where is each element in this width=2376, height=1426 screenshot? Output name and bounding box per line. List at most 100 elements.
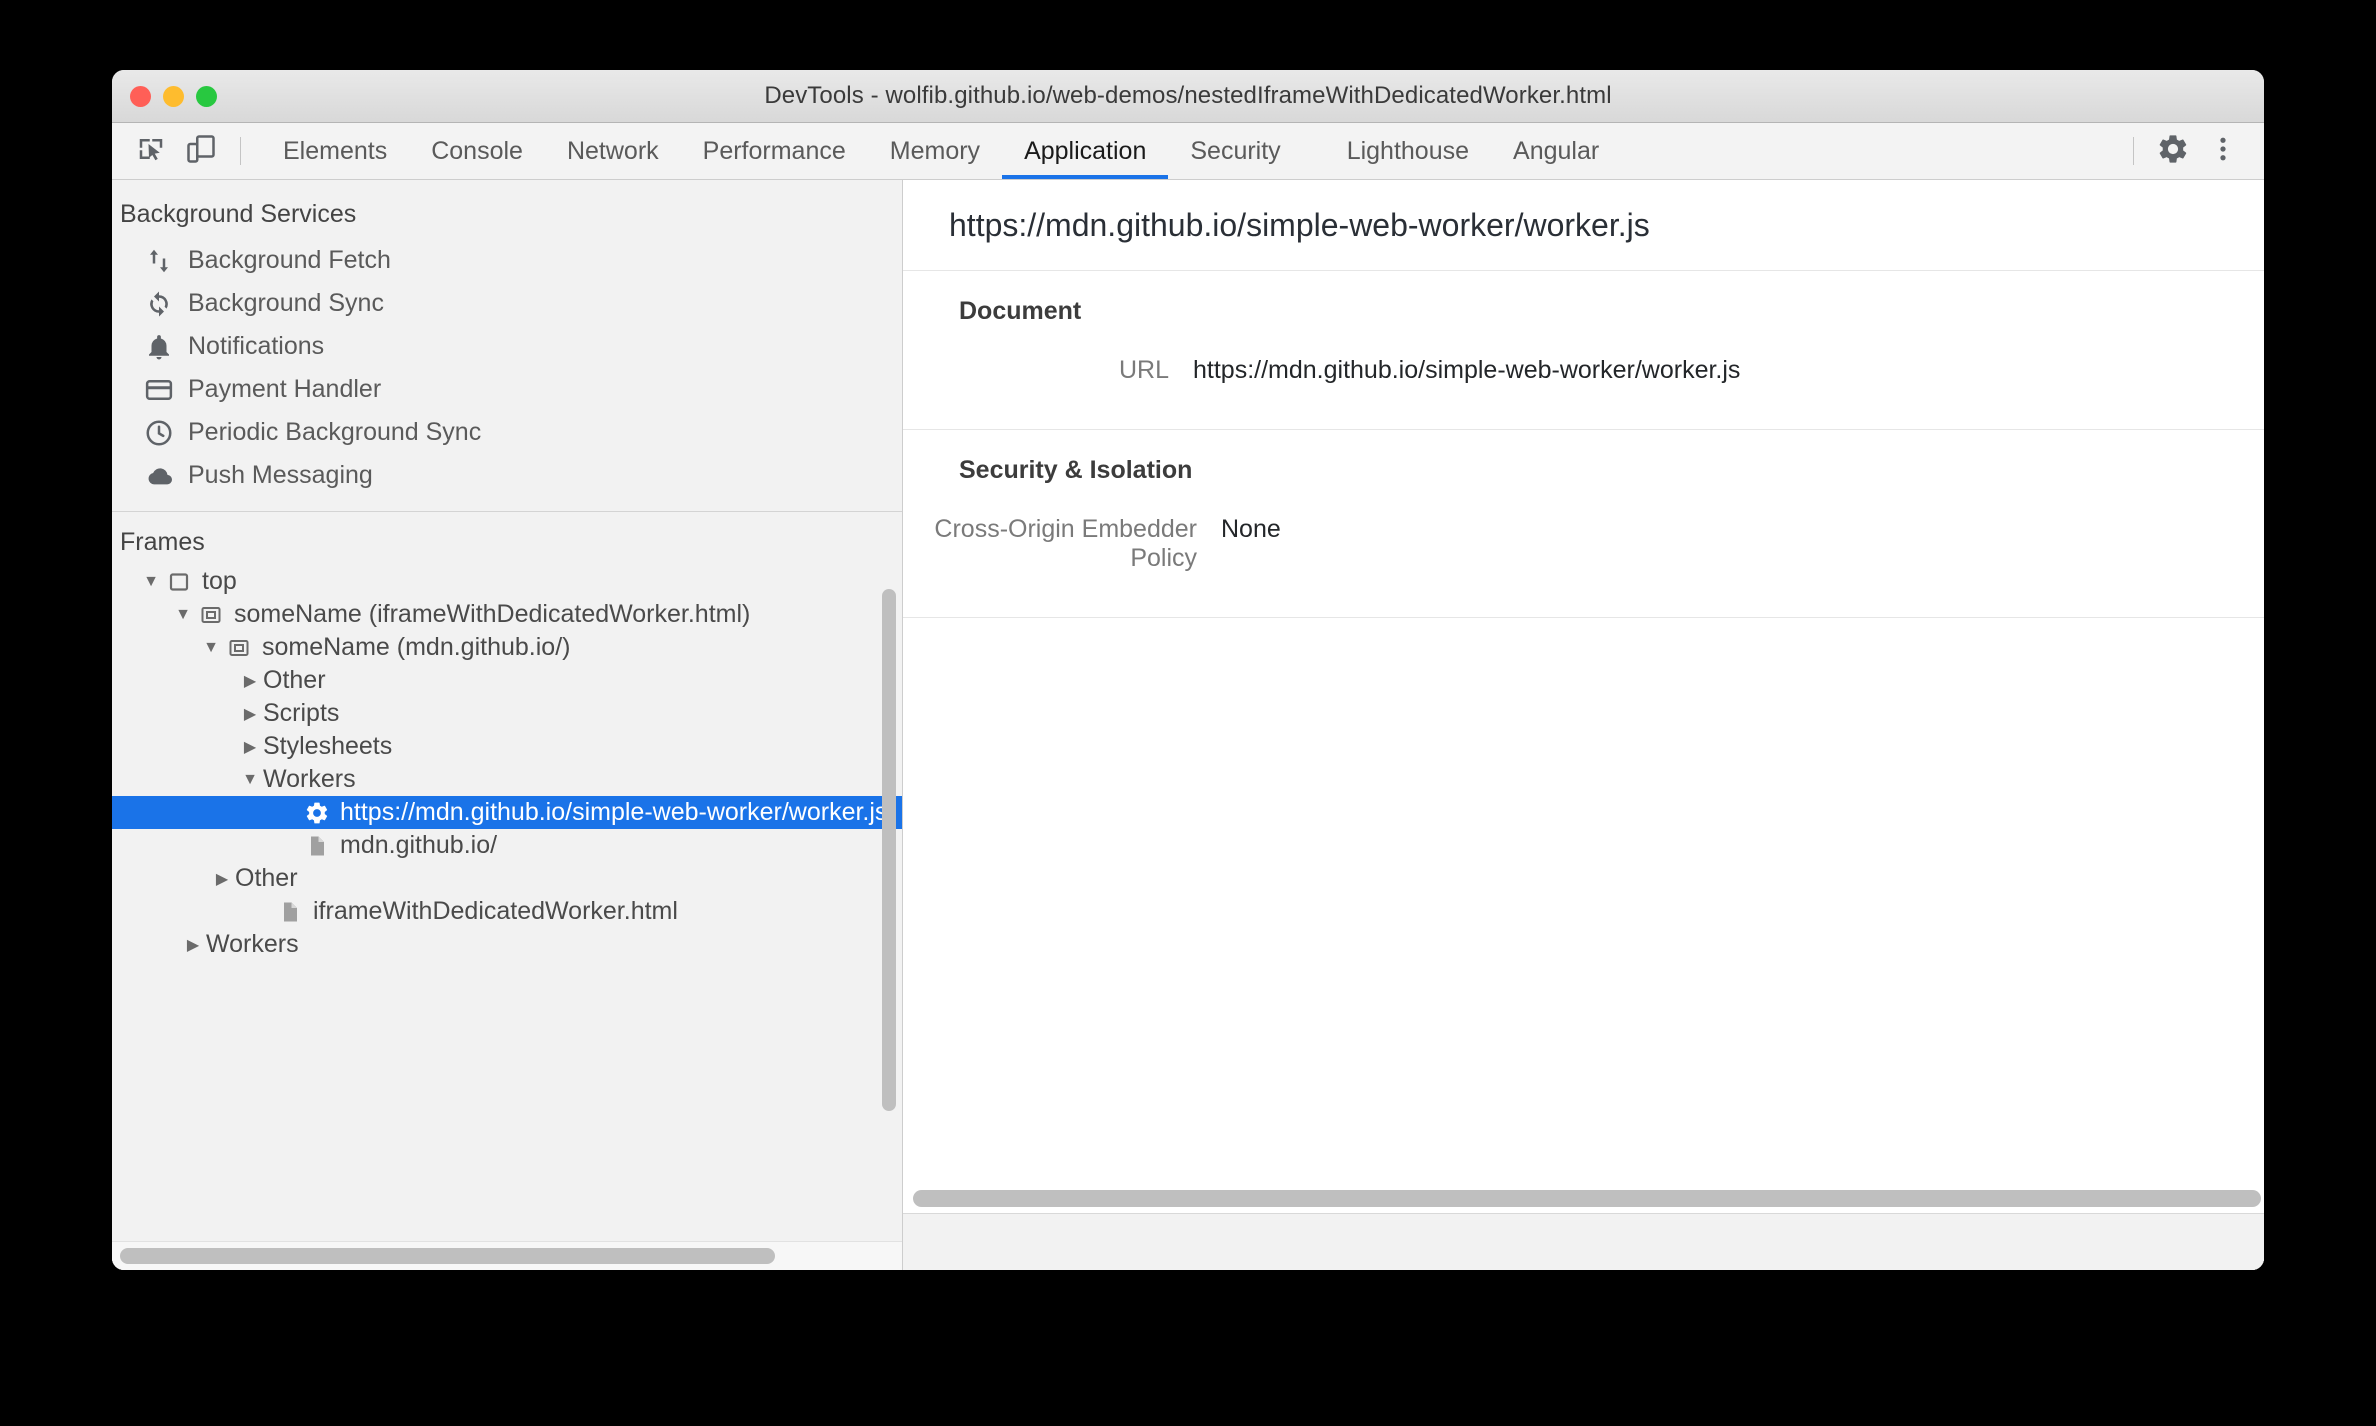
- frames-section: Frames ▼ top ▼ someName (iframeWithDedic…: [112, 512, 902, 1270]
- tree-node-workers-inner[interactable]: ▼ Workers: [112, 763, 902, 796]
- chevron-right-icon[interactable]: ▶: [180, 935, 206, 955]
- tab-network[interactable]: Network: [545, 123, 681, 179]
- tree-node-label: top: [202, 567, 237, 595]
- iframe-icon: [224, 636, 254, 660]
- tree-node-mdn-document[interactable]: mdn.github.io/: [112, 829, 902, 862]
- main-panel-footer: [903, 1213, 2264, 1270]
- device-toolbar-button[interactable]: [176, 123, 226, 179]
- frames-tree-vertical-scroll-thumb[interactable]: [882, 589, 896, 1111]
- toolbar-divider: [240, 137, 241, 165]
- frames-tree[interactable]: ▼ top ▼ someName (iframeWithDedicatedWor…: [112, 565, 902, 1241]
- chevron-right-icon[interactable]: ▶: [237, 704, 263, 724]
- tree-node-iframe-outer[interactable]: ▼ someName (iframeWithDedicatedWorker.ht…: [112, 598, 902, 631]
- coep-key: Cross-Origin Embedder Policy: [934, 515, 1197, 572]
- tree-node-iframe-inner[interactable]: ▼ someName (mdn.github.io/): [112, 631, 902, 664]
- document-icon: [275, 900, 305, 924]
- gear-icon: [302, 800, 332, 826]
- security-isolation-section-title: Security & Isolation: [959, 456, 1193, 484]
- chevron-right-icon[interactable]: ▶: [237, 737, 263, 757]
- chevron-right-icon[interactable]: ▶: [209, 869, 235, 889]
- chevron-down-icon[interactable]: ▼: [237, 771, 263, 789]
- sidebar-item-push-messaging[interactable]: Push Messaging: [112, 454, 902, 497]
- tab-label: Lighthouse: [1346, 136, 1470, 165]
- devtools-body: Background Services Background Fetch Bac…: [112, 180, 2264, 1270]
- tab-console[interactable]: Console: [409, 123, 545, 179]
- sidebar-item-payment-handler[interactable]: Payment Handler: [112, 368, 902, 411]
- panel-tabs: Elements Console Network Performance Mem…: [261, 123, 1621, 179]
- main-horizontal-scroll-thumb[interactable]: [913, 1190, 2261, 1207]
- document-section-title: Document: [959, 297, 1082, 325]
- devtools-window: DevTools - wolfib.github.io/web-demos/ne…: [112, 70, 2264, 1270]
- tree-node-label: https://mdn.github.io/simple-web-worker/…: [340, 798, 888, 826]
- minimize-window-button[interactable]: [163, 85, 184, 107]
- frames-tree-vertical-scrollbar[interactable]: [882, 567, 896, 1237]
- tree-node-other-inner[interactable]: ▶ Other: [112, 664, 902, 697]
- tab-application[interactable]: Application: [1002, 123, 1169, 179]
- tab-label: Elements: [283, 136, 388, 165]
- sidebar-item-label: Background Sync: [188, 289, 384, 317]
- zoom-window-button[interactable]: [196, 85, 217, 107]
- more-options-button[interactable]: [2198, 123, 2248, 179]
- frame-icon: [164, 570, 194, 594]
- application-sidebar: Background Services Background Fetch Bac…: [112, 180, 903, 1270]
- chevron-down-icon[interactable]: ▼: [170, 606, 196, 624]
- devtools-toolbar: Elements Console Network Performance Mem…: [112, 123, 2264, 180]
- document-url-key: URL: [1118, 356, 1169, 384]
- background-sync-icon: [140, 289, 178, 319]
- tree-node-other-outer[interactable]: ▶ Other: [112, 862, 902, 895]
- tree-node-label: someName (iframeWithDedicatedWorker.html…: [234, 600, 751, 628]
- frame-details-panel: https://mdn.github.io/simple-web-worker/…: [903, 180, 2264, 1270]
- sidebar-item-background-fetch[interactable]: Background Fetch: [112, 239, 902, 282]
- chevron-down-icon[interactable]: ▼: [198, 639, 224, 657]
- frames-title: Frames: [120, 528, 205, 556]
- coep-value: None: [1221, 515, 1281, 543]
- document-icon: [302, 834, 332, 858]
- sidebar-item-periodic-background-sync[interactable]: Periodic Background Sync: [112, 411, 902, 454]
- sidebar-item-notifications[interactable]: Notifications: [112, 325, 902, 368]
- tree-node-stylesheets[interactable]: ▶ Stylesheets: [112, 730, 902, 763]
- sidebar-item-label: Notifications: [188, 332, 325, 360]
- background-services-section: Background Services Background Fetch Bac…: [112, 180, 902, 512]
- tab-memory[interactable]: Memory: [868, 123, 1002, 179]
- security-isolation-section: Security & Isolation Cross-Origin Embedd…: [903, 430, 2264, 618]
- sidebar-item-background-sync[interactable]: Background Sync: [112, 282, 902, 325]
- sidebar-horizontal-scroll-thumb[interactable]: [120, 1248, 775, 1264]
- window-title-bar: DevTools - wolfib.github.io/web-demos/ne…: [112, 70, 2264, 123]
- tab-lighthouse[interactable]: Lighthouse: [1325, 123, 1491, 179]
- tab-label: Angular: [1513, 136, 1600, 165]
- credit-card-icon: [140, 375, 178, 405]
- tree-node-label: Stylesheets: [263, 732, 393, 760]
- kebab-menu-icon: [2208, 134, 2238, 169]
- tree-node-label: Other: [235, 864, 298, 892]
- tree-node-scripts[interactable]: ▶ Scripts: [112, 697, 902, 730]
- toolbar-divider-right: [2133, 137, 2134, 165]
- inspect-element-button[interactable]: [126, 123, 176, 179]
- tab-security[interactable]: Security: [1168, 123, 1302, 179]
- tab-elements[interactable]: Elements: [261, 123, 409, 179]
- tree-node-worker-selected[interactable]: https://mdn.github.io/simple-web-worker/…: [112, 796, 902, 829]
- tree-node-top[interactable]: ▼ top: [112, 565, 902, 598]
- document-url-value[interactable]: https://mdn.github.io/simple-web-worker/…: [1193, 356, 1740, 385]
- iframe-icon: [196, 603, 226, 627]
- tree-node-label: mdn.github.io/: [340, 831, 498, 859]
- tree-node-workers-outer[interactable]: ▶ Workers: [112, 928, 902, 961]
- tree-node-label: iframeWithDedicatedWorker.html: [313, 897, 678, 925]
- sidebar-horizontal-scrollbar[interactable]: [112, 1241, 902, 1270]
- document-url-row: URL https://mdn.github.io/simple-web-wor…: [903, 356, 2264, 385]
- background-services-title: Background Services: [120, 200, 357, 228]
- tree-node-iframe-document[interactable]: iframeWithDedicatedWorker.html: [112, 895, 902, 928]
- window-title: DevTools - wolfib.github.io/web-demos/ne…: [764, 82, 1612, 109]
- chevron-right-icon[interactable]: ▶: [237, 671, 263, 691]
- tree-node-label: Other: [263, 666, 326, 694]
- tab-label: Memory: [889, 136, 981, 165]
- settings-button[interactable]: [2148, 123, 2198, 179]
- tree-node-label: someName (mdn.github.io/): [262, 633, 571, 661]
- clock-icon: [140, 418, 178, 448]
- chevron-down-icon[interactable]: ▼: [138, 573, 164, 591]
- tab-performance[interactable]: Performance: [681, 123, 868, 179]
- background-fetch-icon: [140, 246, 178, 276]
- tree-node-label: Workers: [263, 765, 356, 793]
- main-horizontal-scrollbar[interactable]: [903, 1186, 2264, 1212]
- close-window-button[interactable]: [130, 85, 151, 107]
- tab-angular[interactable]: Angular: [1491, 123, 1621, 179]
